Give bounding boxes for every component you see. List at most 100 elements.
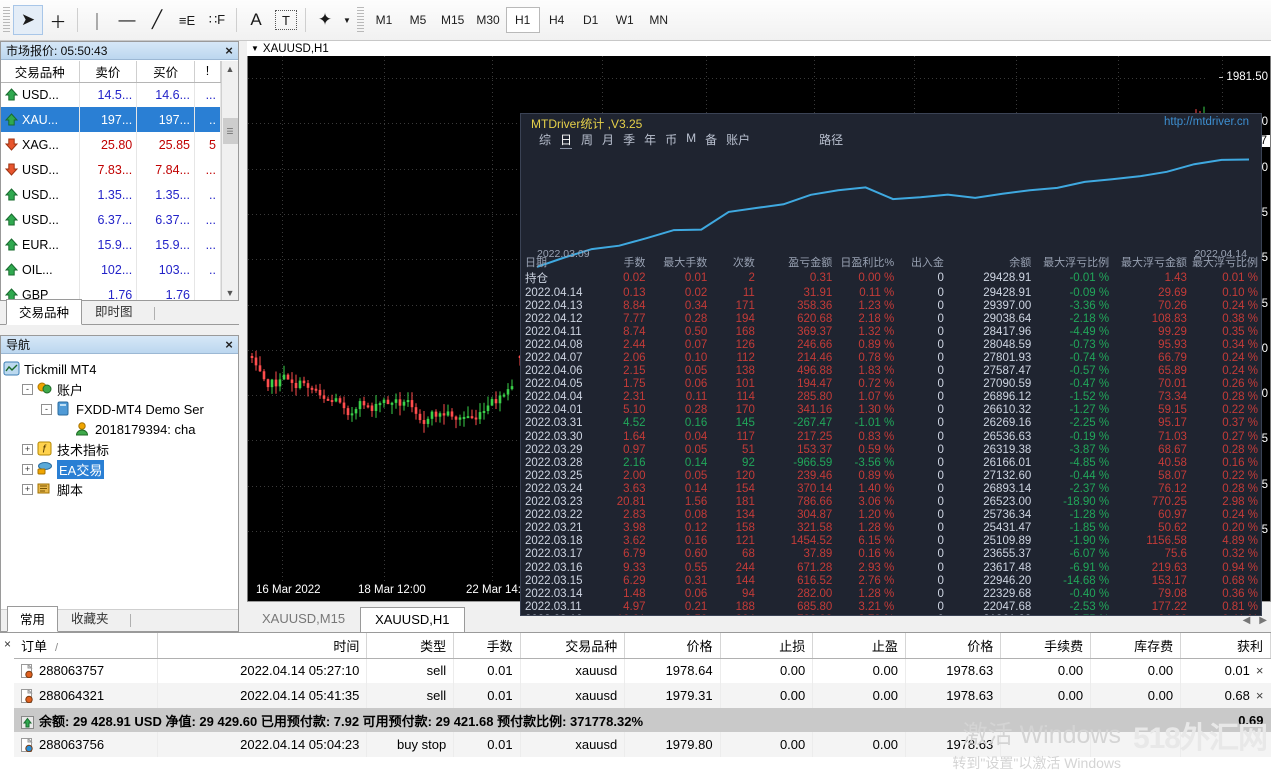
trade-column-header[interactable]: 手数 [453, 633, 521, 659]
trendline-tool[interactable]: ╱ [142, 5, 172, 35]
collapse-icon[interactable]: - [41, 403, 52, 415]
timeframe-m5[interactable]: M5 [401, 7, 435, 33]
navigator-node[interactable]: + 脚本 [3, 479, 236, 499]
stats-column-header[interactable]: 盈亏金额 [760, 254, 837, 270]
timeframe-m15[interactable]: M15 [435, 7, 470, 33]
table-row[interactable]: 288063756 2022.04.14 05:04:23 buy stop 0.01… [14, 732, 1271, 757]
trade-column-header[interactable]: 交易品种 [520, 633, 626, 659]
trade-column-header[interactable]: 时间 [157, 633, 368, 659]
crosshair-tool[interactable]: ＋ [43, 5, 73, 35]
market-watch-column-header[interactable]: ! [194, 61, 221, 83]
stats-menu-item[interactable]: 币 [665, 131, 677, 149]
market-watch-row[interactable]: USD... 1.35... 1.35..... [1, 182, 221, 207]
table-row[interactable]: 288064321 2022.04.14 05:41:35 sell 0.01 xauu… [14, 683, 1271, 708]
market-watch-column-header[interactable]: 买价 [136, 61, 195, 83]
expand-icon[interactable]: + [22, 443, 33, 455]
collapse-icon[interactable]: - [22, 383, 33, 395]
market-watch-row[interactable]: OIL... 102... 103..... [1, 257, 221, 282]
stats-url-link[interactable]: http://mtdriver.cn [1164, 116, 1249, 128]
shapes-tool[interactable]: ✦ [310, 5, 340, 35]
trade-column-header[interactable]: 止盈 [812, 633, 906, 659]
cursor-tool[interactable]: ➤ [13, 5, 43, 35]
close-icon[interactable]: × [220, 43, 238, 58]
stats-column-header[interactable]: 最大手数 [651, 254, 713, 270]
navigator-tab[interactable]: 常用 [7, 606, 59, 632]
stats-column-header[interactable]: 手数 [593, 254, 651, 270]
stats-menu-item[interactable]: 备 [705, 131, 717, 149]
timeframe-w1[interactable]: W1 [608, 7, 642, 33]
trade-column-header[interactable]: 价格 [905, 633, 1002, 659]
fibonacci-tool[interactable]: ≡E [172, 5, 202, 35]
stats-menu-item[interactable]: M [686, 131, 696, 149]
stats-menu-item[interactable]: 季 [623, 131, 635, 149]
trade-column-header[interactable]: 价格 [624, 633, 721, 659]
market-watch-row[interactable]: XAU... 197... 197..... [1, 107, 221, 132]
text-label-tool[interactable]: T [275, 10, 297, 30]
toolbar-grip[interactable] [3, 7, 10, 33]
timeframe-h4[interactable]: H4 [540, 7, 574, 33]
scroll-down-icon[interactable]: ▼ [222, 285, 238, 300]
navigator-node[interactable]: Tickmill MT4 [3, 359, 236, 379]
trade-column-header[interactable]: 手续费 [1000, 633, 1092, 659]
vertical-line-tool[interactable]: ｜ [82, 5, 112, 35]
stats-column-header[interactable]: 出入金 [899, 254, 949, 270]
market-watch-tab[interactable]: 交易品种 [6, 299, 83, 325]
market-watch-row[interactable]: EUR... 15.9... 15.9...... [1, 232, 221, 257]
stats-column-header[interactable]: 最大浮亏金额 [1114, 254, 1192, 270]
timeframe-h1[interactable]: H1 [505, 7, 540, 33]
horizontal-line-tool[interactable]: — [112, 5, 142, 35]
chevron-right-icon[interactable]: ▶ [1259, 615, 1267, 626]
close-order-icon[interactable]: × [1250, 663, 1264, 678]
stats-menu-item[interactable]: 日 [560, 131, 573, 149]
market-watch-tab[interactable]: 即时图 [82, 298, 146, 324]
navigator-node[interactable]: + EA交易 [3, 459, 236, 479]
scroll-up-icon[interactable]: ▲ [222, 61, 238, 76]
navigator-node[interactable]: 2018179394: cha [3, 419, 236, 439]
timeframe-m1[interactable]: M1 [367, 7, 401, 33]
market-watch-row[interactable]: USD... 6.37... 6.37...... [1, 207, 221, 232]
stats-column-header[interactable]: 最大浮亏比例 [1036, 254, 1114, 270]
stats-menu-item[interactable]: 综 [539, 131, 551, 149]
chevron-down-icon[interactable]: ▼ [340, 5, 354, 35]
stats-column-header[interactable]: 次数 [712, 254, 760, 270]
stats-column-header[interactable]: 日期 [521, 254, 593, 270]
trade-column-header[interactable]: 止损 [720, 633, 814, 659]
navigator-tab[interactable]: 收藏夹 [58, 605, 122, 631]
market-watch-scrollbar[interactable]: ▲ ☰ ▼ [221, 61, 238, 300]
trade-column-header[interactable]: 订单 / [14, 633, 158, 659]
market-watch-row[interactable]: XAG... 25.80 25.85 5 [1, 132, 221, 157]
trade-column-header[interactable]: 获利 [1180, 633, 1271, 659]
expand-icon[interactable]: + [22, 483, 33, 495]
market-watch-column-header[interactable]: 交易品种 [1, 61, 80, 83]
text-tool[interactable]: A [241, 5, 271, 35]
navigator-node[interactable]: - FXDD-MT4 Demo Ser [3, 399, 236, 419]
timeframe-d1[interactable]: D1 [574, 7, 608, 33]
close-icon[interactable]: × [220, 337, 238, 352]
trade-column-header[interactable]: 类型 [366, 633, 455, 659]
timeframe-mn[interactable]: MN [642, 7, 676, 33]
table-row[interactable]: 288063757 2022.04.14 05:27:10 sell 0.01 xauu… [14, 658, 1271, 683]
timeframe-toolbar-grip[interactable] [357, 7, 364, 33]
chart-tab[interactable]: XAUUSD,H1 [360, 607, 465, 633]
market-watch-column-header[interactable]: 卖价 [79, 61, 138, 83]
close-icon[interactable]: × [4, 637, 11, 651]
scrollbar-thumb[interactable]: ☰ [222, 118, 238, 144]
stats-menu-item[interactable]: 月 [602, 131, 614, 149]
chevron-left-icon[interactable]: ◀ [1243, 615, 1251, 626]
trade-column-header[interactable]: 库存费 [1090, 633, 1182, 659]
fibonacci-fan-tool[interactable]: ∷F [202, 5, 232, 35]
stats-column-header[interactable]: 日盈利比% [837, 254, 899, 270]
stats-column-header[interactable]: 余额 [949, 254, 1036, 270]
stats-menu-item[interactable]: 年 [644, 131, 656, 149]
navigator-node[interactable]: + f 技术指标 [3, 439, 236, 459]
stats-path-label[interactable]: 路径 [819, 131, 843, 148]
stats-menu-item[interactable]: 账户 [726, 131, 750, 149]
close-order-icon[interactable]: × [1250, 688, 1264, 703]
market-watch-row[interactable]: USD... 14.5... 14.6...... [1, 82, 221, 107]
chart-menu-icon[interactable]: ▼ [251, 44, 259, 53]
timeframe-m30[interactable]: M30 [470, 7, 505, 33]
stats-column-header[interactable]: 最大浮亏比例 [1192, 254, 1261, 270]
stats-menu-item[interactable]: 周 [581, 131, 593, 149]
chart-tab[interactable]: XAUUSD,M15 [247, 606, 360, 632]
navigator-node[interactable]: - 账户 [3, 379, 236, 399]
